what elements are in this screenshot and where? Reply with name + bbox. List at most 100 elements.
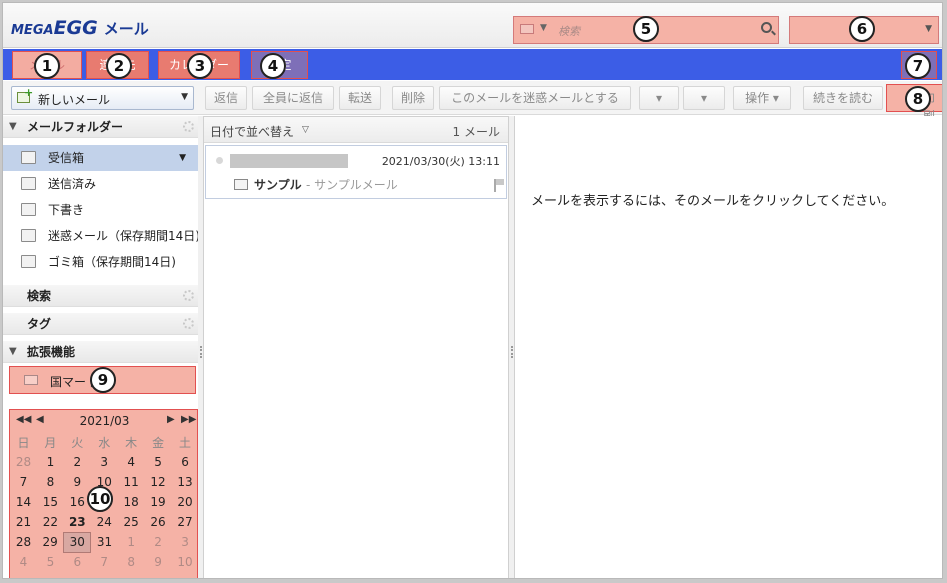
calendar-day[interactable]: 9: [145, 552, 172, 572]
flag-icon[interactable]: [494, 179, 504, 192]
calendar-day[interactable]: 24: [91, 512, 118, 532]
calendar-day[interactable]: 9: [64, 472, 91, 492]
chevron-down-icon[interactable]: ▼: [181, 92, 188, 102]
read-status-icon[interactable]: [216, 157, 223, 164]
marker-6: 6: [849, 16, 875, 42]
calendar-day[interactable]: 28: [10, 532, 37, 552]
sort-arrow-icon[interactable]: ▽: [302, 125, 309, 135]
mail-folders-header[interactable]: ▼ メールフォルダー: [3, 116, 198, 138]
search-input[interactable]: 検索: [558, 23, 580, 39]
calendar-day[interactable]: 7: [91, 552, 118, 572]
sort-button[interactable]: 日付で並べ替え: [210, 123, 294, 140]
calendar-day[interactable]: 15: [37, 492, 64, 512]
search-section-header[interactable]: 検索: [3, 285, 198, 307]
calendar-day[interactable]: 19: [145, 492, 172, 512]
move-folder-button[interactable]: ▾: [639, 86, 679, 110]
folder-trash[interactable]: ゴミ箱（保存期間14日): [3, 249, 198, 275]
calendar-day[interactable]: 1: [118, 532, 145, 552]
next-month-icon[interactable]: ▶: [167, 414, 175, 425]
calendar-day[interactable]: 2: [145, 532, 172, 552]
envelope-icon[interactable]: [520, 24, 534, 34]
megaegg-logo: MEGA EGG メール: [11, 17, 149, 39]
calendar-day[interactable]: 5: [37, 552, 64, 572]
reply-all-button[interactable]: 全員に返信: [252, 86, 334, 110]
calendar-day[interactable]: 26: [145, 512, 172, 532]
folder-sent[interactable]: 送信済み: [3, 171, 198, 197]
delete-button[interactable]: 削除: [392, 86, 434, 110]
collapse-arrow-icon[interactable]: ▼: [9, 341, 17, 363]
calendar-day[interactable]: 12: [145, 472, 172, 492]
gear-icon[interactable]: [183, 318, 194, 329]
chevron-down-icon[interactable]: ▼: [540, 23, 547, 33]
forward-button[interactable]: 転送: [339, 86, 381, 110]
calendar-day[interactable]: 21: [10, 512, 37, 532]
calendar-day[interactable]: 28: [10, 452, 37, 472]
folder-label: 迷惑メール（保存期間14日): [48, 229, 200, 243]
reply-button[interactable]: 返信: [205, 86, 247, 110]
calendar-day[interactable]: 8: [118, 552, 145, 572]
message-row[interactable]: 2021/03/30(火) 13:11 サンプル - サンプルメール: [205, 145, 507, 199]
search-icon[interactable]: [761, 22, 772, 33]
marker-4: 4: [260, 53, 286, 79]
extensions-section-header[interactable]: ▼ 拡張機能: [3, 341, 198, 363]
main-nav-bar: メール 連絡先 カレンダー 設定: [3, 49, 942, 80]
calendar-weekday-row: 日 月 火 水 木 金 土: [10, 432, 199, 452]
calendar-day[interactable]: 25: [118, 512, 145, 532]
calendar-day[interactable]: 4: [118, 452, 145, 472]
weekday-label: 水: [98, 435, 111, 450]
calendar-day[interactable]: 6: [172, 452, 199, 472]
folder-drafts[interactable]: 下書き: [3, 197, 198, 223]
calendar-day[interactable]: 29: [37, 532, 64, 552]
mark-spam-button[interactable]: このメールを迷惑メールとする: [439, 86, 631, 110]
actions-button[interactable]: 操作 ▾: [733, 86, 791, 110]
tags-section-header[interactable]: タグ: [3, 313, 198, 335]
marker-5: 5: [633, 16, 659, 42]
calendar-day[interactable]: 11: [118, 472, 145, 492]
calendar-day[interactable]: 1: [37, 452, 64, 472]
calendar-day[interactable]: 5: [145, 452, 172, 472]
calendar-day[interactable]: 18: [118, 492, 145, 512]
tag-button[interactable]: ▾: [683, 86, 725, 110]
folder-label: ゴミ箱（保存期間14日): [48, 255, 176, 269]
calendar-day[interactable]: 13: [172, 472, 199, 492]
gear-icon[interactable]: [183, 290, 194, 301]
calendar-day-selected[interactable]: 30: [63, 531, 92, 553]
folder-inbox[interactable]: 受信箱 ▼: [3, 145, 198, 171]
calendar-day[interactable]: 3: [172, 532, 199, 552]
calendar-week: 28 29 30 31 1 2 3: [10, 531, 199, 553]
calendar-day[interactable]: 3: [91, 452, 118, 472]
mail-app-window: MEGA EGG メール ▼ 検索 ▼ メール 連絡先 カレンダー 設定 新しい…: [2, 2, 943, 579]
next-year-icon[interactable]: ▶▶: [181, 414, 196, 425]
read-more-button[interactable]: 続きを読む: [803, 86, 883, 110]
calendar-day[interactable]: 10: [172, 552, 199, 572]
calendar-day[interactable]: 8: [37, 472, 64, 492]
folder-label: 下書き: [48, 203, 85, 217]
gear-icon[interactable]: [183, 121, 194, 132]
calendar-day[interactable]: 14: [10, 492, 37, 512]
envelope-icon: [234, 179, 248, 190]
extensions-section-title: 拡張機能: [27, 345, 76, 359]
message-subject: サンプル: [254, 178, 302, 192]
drag-handle-icon[interactable]: [200, 346, 202, 358]
drag-handle-icon[interactable]: [511, 346, 513, 358]
chevron-down-icon[interactable]: ▼: [925, 24, 932, 34]
new-mail-button[interactable]: 新しいメール ▼: [11, 86, 194, 110]
calendar-day[interactable]: 2: [64, 452, 91, 472]
collapse-arrow-icon[interactable]: ▼: [9, 116, 17, 138]
chevron-down-icon[interactable]: ▼: [179, 145, 186, 171]
calendar-day[interactable]: 6: [64, 552, 91, 572]
weekday-label: 土: [179, 435, 192, 450]
calendar-day[interactable]: 27: [172, 512, 199, 532]
calendar-day[interactable]: 22: [37, 512, 64, 532]
marker-1: 1: [34, 53, 60, 79]
inbox-icon: [21, 151, 36, 164]
calendar-week: 4 5 6 7 8 9 10: [10, 552, 199, 572]
marker-7: 7: [905, 53, 931, 79]
calendar-day-today[interactable]: 23: [64, 512, 91, 532]
folder-spam[interactable]: 迷惑メール（保存期間14日): [3, 223, 200, 249]
app-header: MEGA EGG メール ▼ 検索 ▼: [3, 3, 942, 48]
calendar-day[interactable]: 20: [172, 492, 199, 512]
calendar-day[interactable]: 31: [91, 532, 118, 552]
calendar-day[interactable]: 7: [10, 472, 37, 492]
calendar-day[interactable]: 4: [10, 552, 37, 572]
